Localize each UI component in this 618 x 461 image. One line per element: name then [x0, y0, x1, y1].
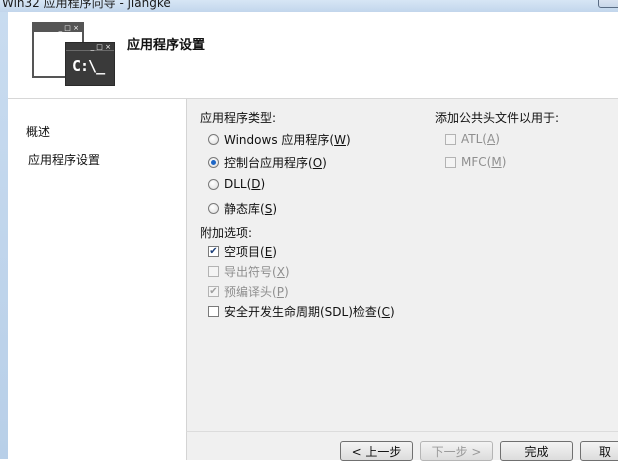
previous-button[interactable]: < 上一步 — [340, 441, 413, 461]
finish-button[interactable]: 完成 — [500, 441, 573, 461]
checkbox-icon — [445, 156, 456, 168]
checkbox-checked-icon: ✔ — [208, 285, 219, 297]
nav-item-app-settings[interactable]: 应用程序设置 — [28, 151, 100, 168]
checkbox-icon — [208, 306, 219, 317]
close-window-button[interactable] — [598, 0, 618, 8]
wizard-client-area: _ □ × _ □ × C:\_ 应用程序设置 概述 应用程序设置 应用程序类型… — [8, 12, 618, 461]
radio-dll[interactable]: DLL(D) — [208, 177, 265, 191]
radio-icon — [208, 134, 219, 145]
checkbox-export-symbols: 导出符号(X) — [208, 263, 290, 280]
app-type-label: 应用程序类型: — [200, 111, 277, 125]
radio-icon — [208, 178, 219, 190]
window-frame: Win32 应用程序向导 - jiangke _ □ × _ □ × C:\_ … — [0, 0, 618, 461]
window-title: Win32 应用程序向导 - jiangke — [2, 0, 171, 10]
common-headers-label: 添加公共头文件以用于: — [435, 111, 560, 125]
checkbox-icon — [445, 133, 456, 145]
radio-selected-icon — [208, 157, 219, 168]
console-prompt-text: C:\_ — [72, 57, 105, 75]
page-title: 应用程序设置 — [127, 38, 206, 53]
checkbox-icon — [208, 266, 219, 277]
console-app-icon: _ □ × C:\_ — [65, 42, 115, 86]
radio-windows-app[interactable]: Windows 应用程序(W) — [208, 131, 351, 148]
checkbox-checked-icon: ✔ — [208, 245, 219, 257]
radio-icon — [208, 203, 219, 214]
next-button: 下一步 > — [420, 441, 493, 461]
settings-panel: 应用程序类型: Windows 应用程序(W) 控制台应用程序(O) DLL(D… — [186, 99, 618, 431]
radio-console-app[interactable]: 控制台应用程序(O) — [208, 154, 327, 171]
title-bar[interactable]: Win32 应用程序向导 - jiangke — [0, 0, 618, 12]
wizard-footer: < 上一步 下一步 > 完成 取 — [186, 431, 618, 461]
nav-item-overview[interactable]: 概述 — [26, 123, 50, 140]
checkbox-sdl-checks[interactable]: 安全开发生命周期(SDL)检查(C) — [208, 303, 395, 320]
wizard-header: _ □ × _ □ × C:\_ 应用程序设置 — [8, 12, 618, 99]
wizard-nav: 概述 应用程序设置 — [8, 99, 186, 459]
additional-options-label: 附加选项: — [200, 226, 253, 240]
radio-static-lib[interactable]: 静态库(S) — [208, 200, 277, 217]
cancel-button[interactable]: 取 — [580, 441, 618, 461]
checkbox-precompiled-header: ✔ 预编译头(P) — [208, 284, 289, 299]
checkbox-mfc: MFC(M) — [445, 155, 506, 169]
checkbox-atl: ATL(A) — [445, 132, 500, 146]
checkbox-empty-project[interactable]: ✔ 空项目(E) — [208, 243, 277, 260]
